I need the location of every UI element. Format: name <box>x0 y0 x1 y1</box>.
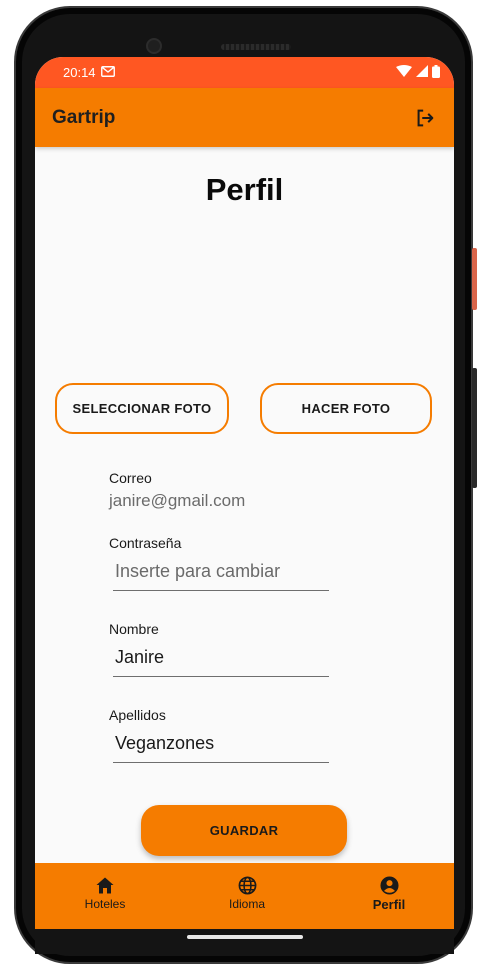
nav-label-hoteles: Hoteles <box>84 897 126 911</box>
home-icon <box>95 875 115 895</box>
page-title: Perfil <box>205 172 284 207</box>
nav-label-perfil: Perfil <box>372 897 406 912</box>
profile-photo <box>115 225 375 375</box>
system-navigation-bar <box>35 929 454 954</box>
bottom-navigation: Hoteles Idioma Perfil <box>35 863 454 929</box>
select-photo-button[interactable]: SELECCIONAR FOTO <box>55 383 229 434</box>
gmail-icon <box>100 65 115 80</box>
surname-input[interactable] <box>113 729 329 763</box>
status-bar: 20:14 <box>35 57 454 88</box>
app-bar: Gartrip <box>35 88 454 147</box>
account-icon <box>379 875 399 895</box>
nav-item-perfil[interactable]: Perfil <box>339 863 439 929</box>
wifi-icon <box>396 65 412 80</box>
name-input[interactable] <box>113 643 329 677</box>
nav-item-idioma[interactable]: Idioma <box>197 863 297 929</box>
app-screen: 20:14 Gartrip Perfil SELECCIONAR FOTO HA… <box>35 57 454 929</box>
earpiece-speaker <box>221 44 291 50</box>
volume-button <box>472 368 477 488</box>
logout-icon[interactable] <box>412 105 438 131</box>
password-input[interactable] <box>113 557 329 591</box>
battery-icon <box>432 64 440 81</box>
save-button[interactable]: GUARDAR <box>141 805 347 856</box>
take-photo-button[interactable]: HACER FOTO <box>260 383 432 434</box>
surname-label: Apellidos <box>109 707 166 723</box>
signal-icon <box>416 65 428 80</box>
name-label: Nombre <box>109 621 159 637</box>
power-button <box>472 248 477 310</box>
front-camera <box>146 38 162 54</box>
password-label: Contraseña <box>109 535 182 551</box>
email-value: janire@gmail.com <box>109 491 246 510</box>
email-label: Correo <box>109 470 152 486</box>
nav-item-hoteles[interactable]: Hoteles <box>55 863 155 929</box>
app-title: Gartrip <box>52 106 116 128</box>
globe-icon <box>237 875 257 895</box>
status-left: 20:14 <box>63 65 115 80</box>
status-right <box>396 64 440 81</box>
status-time: 20:14 <box>63 65 96 80</box>
nav-label-idioma: Idioma <box>228 897 266 911</box>
gesture-handle[interactable] <box>187 935 303 939</box>
